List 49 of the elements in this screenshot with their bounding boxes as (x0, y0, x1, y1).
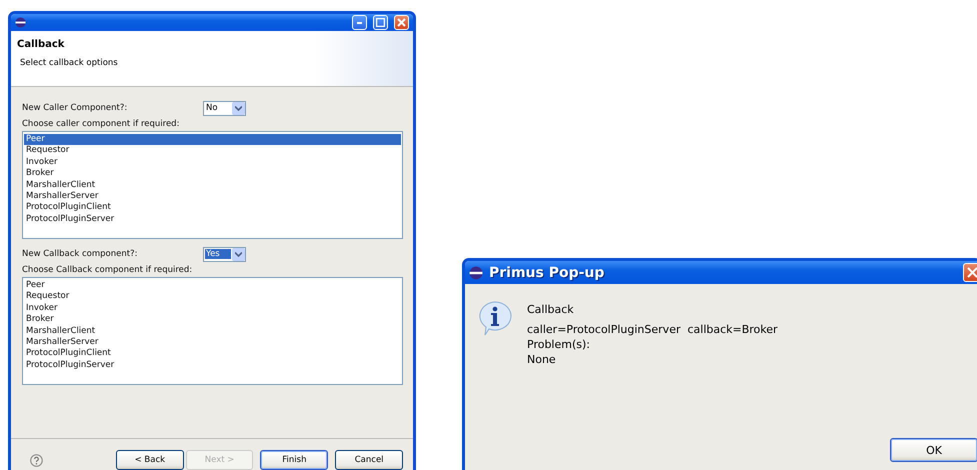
component-list[interactable]: Peer Requestor Invoker Broker MarshallerClient MarshallerServer ProtocolPluginClient ProtocolPluginServer (22, 131, 403, 239)
list-item[interactable]: ProtocolPluginClient (24, 202, 401, 214)
maximize-button[interactable] (373, 15, 388, 30)
list-item[interactable]: Broker (24, 168, 401, 180)
close-icon (397, 18, 406, 27)
combo-box[interactable]: No (203, 100, 246, 116)
wizard-button[interactable]: < Back (116, 450, 184, 470)
question-label: New Callback component?: (22, 249, 138, 259)
list-item[interactable]: ProtocolPluginClient (24, 348, 401, 360)
message-line: caller=ProtocolPluginServer callback=Broker (527, 322, 778, 337)
close-button[interactable] (963, 263, 977, 282)
maximize-icon (376, 18, 385, 27)
list-item[interactable]: Broker (24, 314, 401, 326)
minimize-button[interactable] (352, 15, 367, 30)
close-button[interactable] (394, 15, 409, 30)
message-line: None (527, 352, 557, 367)
info-icon (477, 300, 514, 337)
globe-icon (469, 266, 483, 280)
message-line: Problem(s): (527, 337, 591, 352)
combo-value: Yes (205, 249, 231, 259)
message-heading: Callback (527, 303, 575, 316)
window-title: Primus Pop-up (489, 264, 604, 280)
help-icon[interactable] (30, 454, 43, 466)
ok-button[interactable]: OK (890, 438, 977, 462)
list-item[interactable]: MarshallerClient (24, 180, 401, 192)
combo-value: No (205, 103, 219, 113)
list-item[interactable]: MarshallerServer (24, 191, 401, 202)
list-item[interactable]: ProtocolPluginServer (24, 360, 401, 372)
list-item[interactable]: Invoker (24, 156, 401, 168)
page-subtitle: Select callback options (19, 58, 119, 68)
list-item[interactable]: MarshallerServer (24, 337, 401, 348)
list-label: Choose Callback component if required: (22, 265, 194, 275)
list-item[interactable]: Peer (24, 134, 401, 146)
list-item[interactable]: Requestor (24, 291, 401, 303)
wizard-button[interactable]: Finish (260, 450, 328, 470)
page-title: Callback (17, 39, 66, 50)
component-list[interactable]: Peer Requestor Invoker Broker MarshallerClient MarshallerServer ProtocolPluginClient ProtocolPluginServer (22, 277, 403, 385)
list-item[interactable]: Invoker (24, 302, 401, 314)
list-item[interactable]: ProtocolPluginServer (24, 214, 401, 226)
close-icon (967, 267, 977, 278)
list-item[interactable]: MarshallerClient (24, 326, 401, 338)
list-item[interactable]: Requestor (24, 145, 401, 157)
combo-box[interactable]: Yes (203, 246, 246, 262)
minimize-icon (357, 22, 362, 24)
list-item[interactable]: Peer (24, 280, 401, 292)
question-label: New Caller Component?: (22, 103, 128, 113)
list-label: Choose caller component if required: (22, 119, 180, 129)
globe-icon (15, 17, 26, 28)
wizard-button[interactable]: Cancel (335, 450, 404, 470)
